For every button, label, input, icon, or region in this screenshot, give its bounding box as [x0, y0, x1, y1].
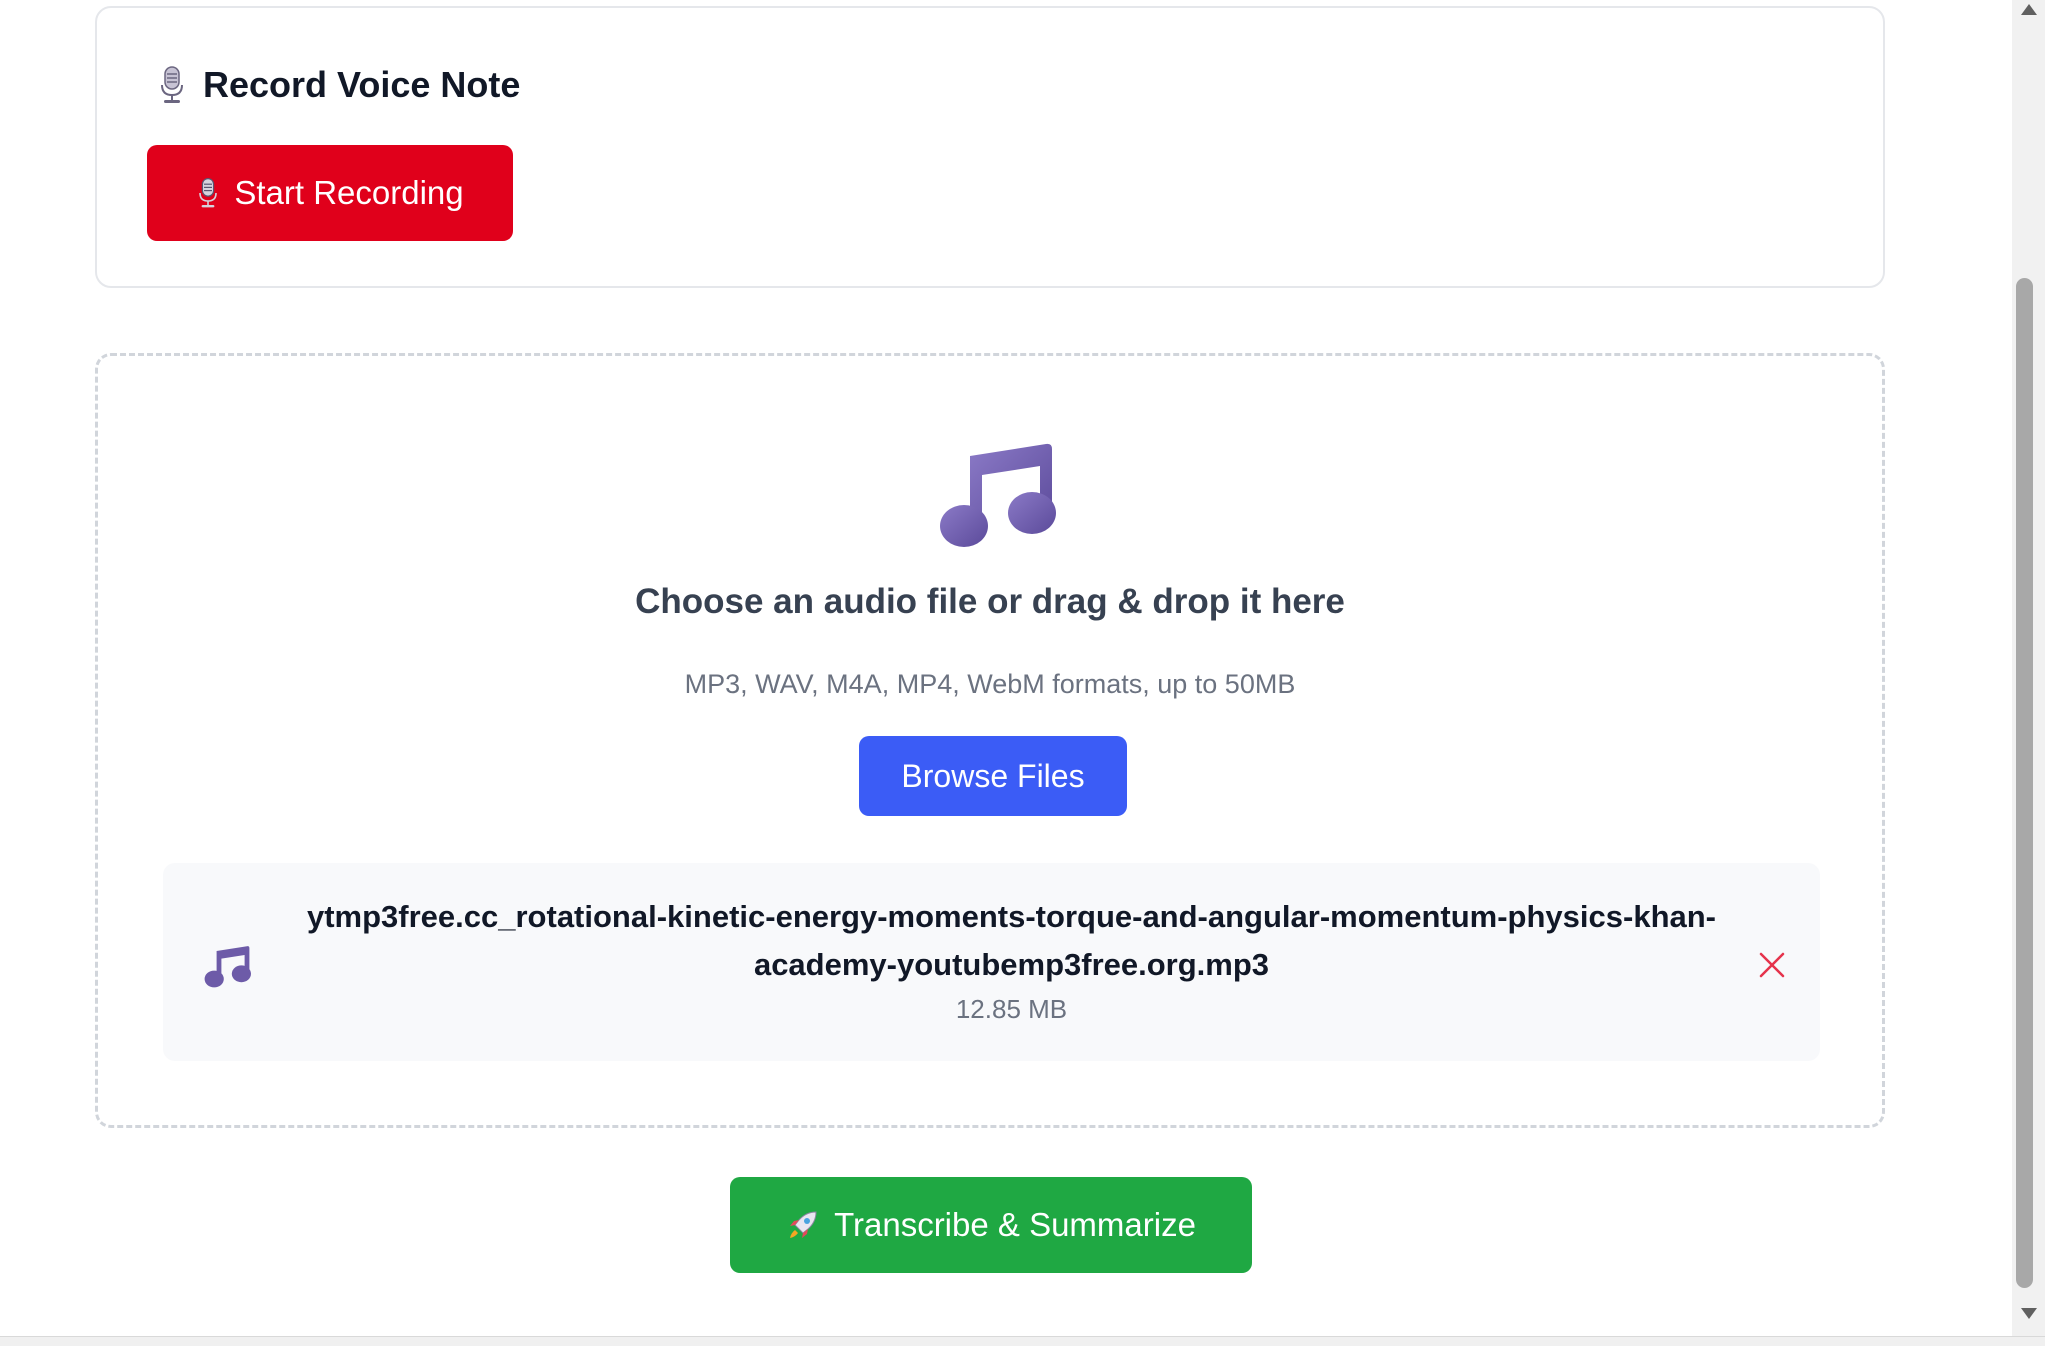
music-note-icon: [940, 443, 1056, 547]
upload-formats-text: MP3, WAV, M4A, MP4, WebM formats, up to …: [684, 669, 1296, 699]
vertical-scrollbar[interactable]: [2012, 0, 2045, 1336]
close-icon[interactable]: [1757, 950, 1787, 980]
start-recording-label: Start Recording: [234, 174, 464, 211]
transcribe-label: Transcribe & Summarize: [834, 1206, 1196, 1243]
file-size: 12.85 MB: [955, 994, 1068, 1024]
record-voice-note-card: Record Voice Note Start Recording: [95, 6, 1885, 288]
record-title: Record Voice Note: [157, 64, 520, 106]
selected-file-item: ytmp3free.cc_rotational-kinetic-energy-m…: [163, 863, 1820, 1061]
music-note-icon: [204, 946, 251, 988]
scroll-up-arrow-icon[interactable]: [2021, 4, 2037, 15]
transcribe-summarize-button[interactable]: Transcribe & Summarize: [730, 1177, 1252, 1273]
microphone-icon: [199, 178, 218, 208]
upload-drop-zone[interactable]: Choose an audio file or drag & drop it h…: [95, 353, 1885, 1128]
browse-files-button[interactable]: Browse Files: [859, 736, 1127, 816]
microphone-icon: [161, 66, 183, 103]
start-recording-button[interactable]: Start Recording: [147, 145, 513, 241]
rocket-icon: [790, 1211, 817, 1238]
file-info: ytmp3free.cc_rotational-kinetic-energy-m…: [303, 893, 1720, 1029]
scrollbar-thumb[interactable]: [2016, 278, 2033, 1288]
window-bottom-edge: [0, 1336, 2045, 1346]
scroll-down-arrow-icon[interactable]: [2021, 1308, 2037, 1319]
upload-heading: Choose an audio file or drag & drop it h…: [635, 582, 1345, 621]
page: Record Voice Note Start Recording Choose…: [0, 0, 2045, 1346]
file-name: ytmp3free.cc_rotational-kinetic-energy-m…: [306, 899, 1717, 982]
record-title-text: Record Voice Note: [203, 64, 521, 105]
